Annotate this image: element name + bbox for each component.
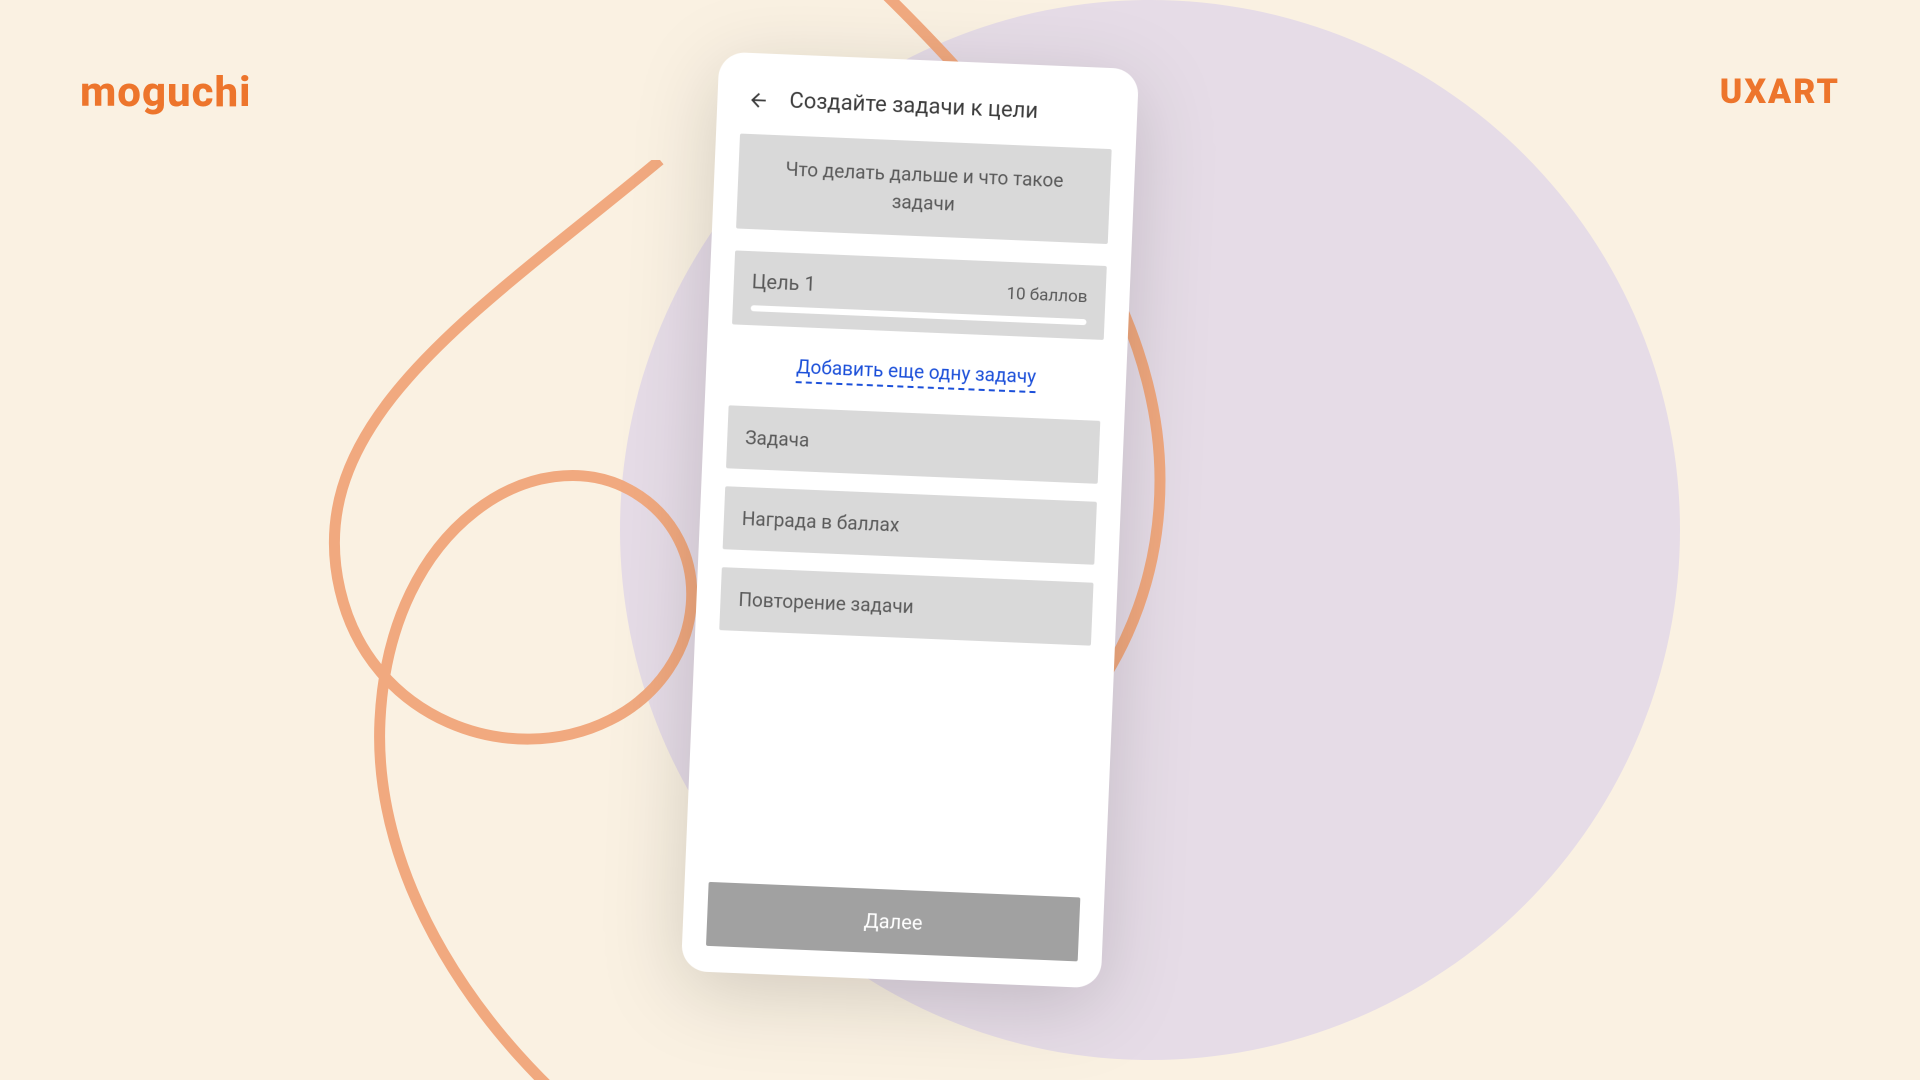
- reward-field[interactable]: Награда в баллах: [723, 486, 1097, 565]
- goal-label: Цель 1: [751, 269, 816, 296]
- phone-mockup: Создайте задачи к цели Что делать дальше…: [681, 52, 1139, 989]
- brand-logo-right: UXART: [1720, 72, 1840, 112]
- task-field[interactable]: Задача: [726, 405, 1100, 484]
- screen-title: Создайте задачи к цели: [789, 89, 1039, 124]
- goal-points: 10 баллов: [1006, 284, 1088, 307]
- brand-logo-left: moguchi: [80, 68, 251, 117]
- back-arrow-icon[interactable]: [747, 88, 770, 111]
- repeat-field[interactable]: Повторение задачи: [719, 567, 1093, 646]
- goal-progress-bar: [751, 305, 1087, 325]
- goal-card[interactable]: Цель 1 10 баллов: [732, 251, 1107, 341]
- info-card[interactable]: Что делать дальше и что такое задачи: [736, 134, 1112, 245]
- add-task-link[interactable]: Добавить еще одну задачу: [796, 355, 1037, 393]
